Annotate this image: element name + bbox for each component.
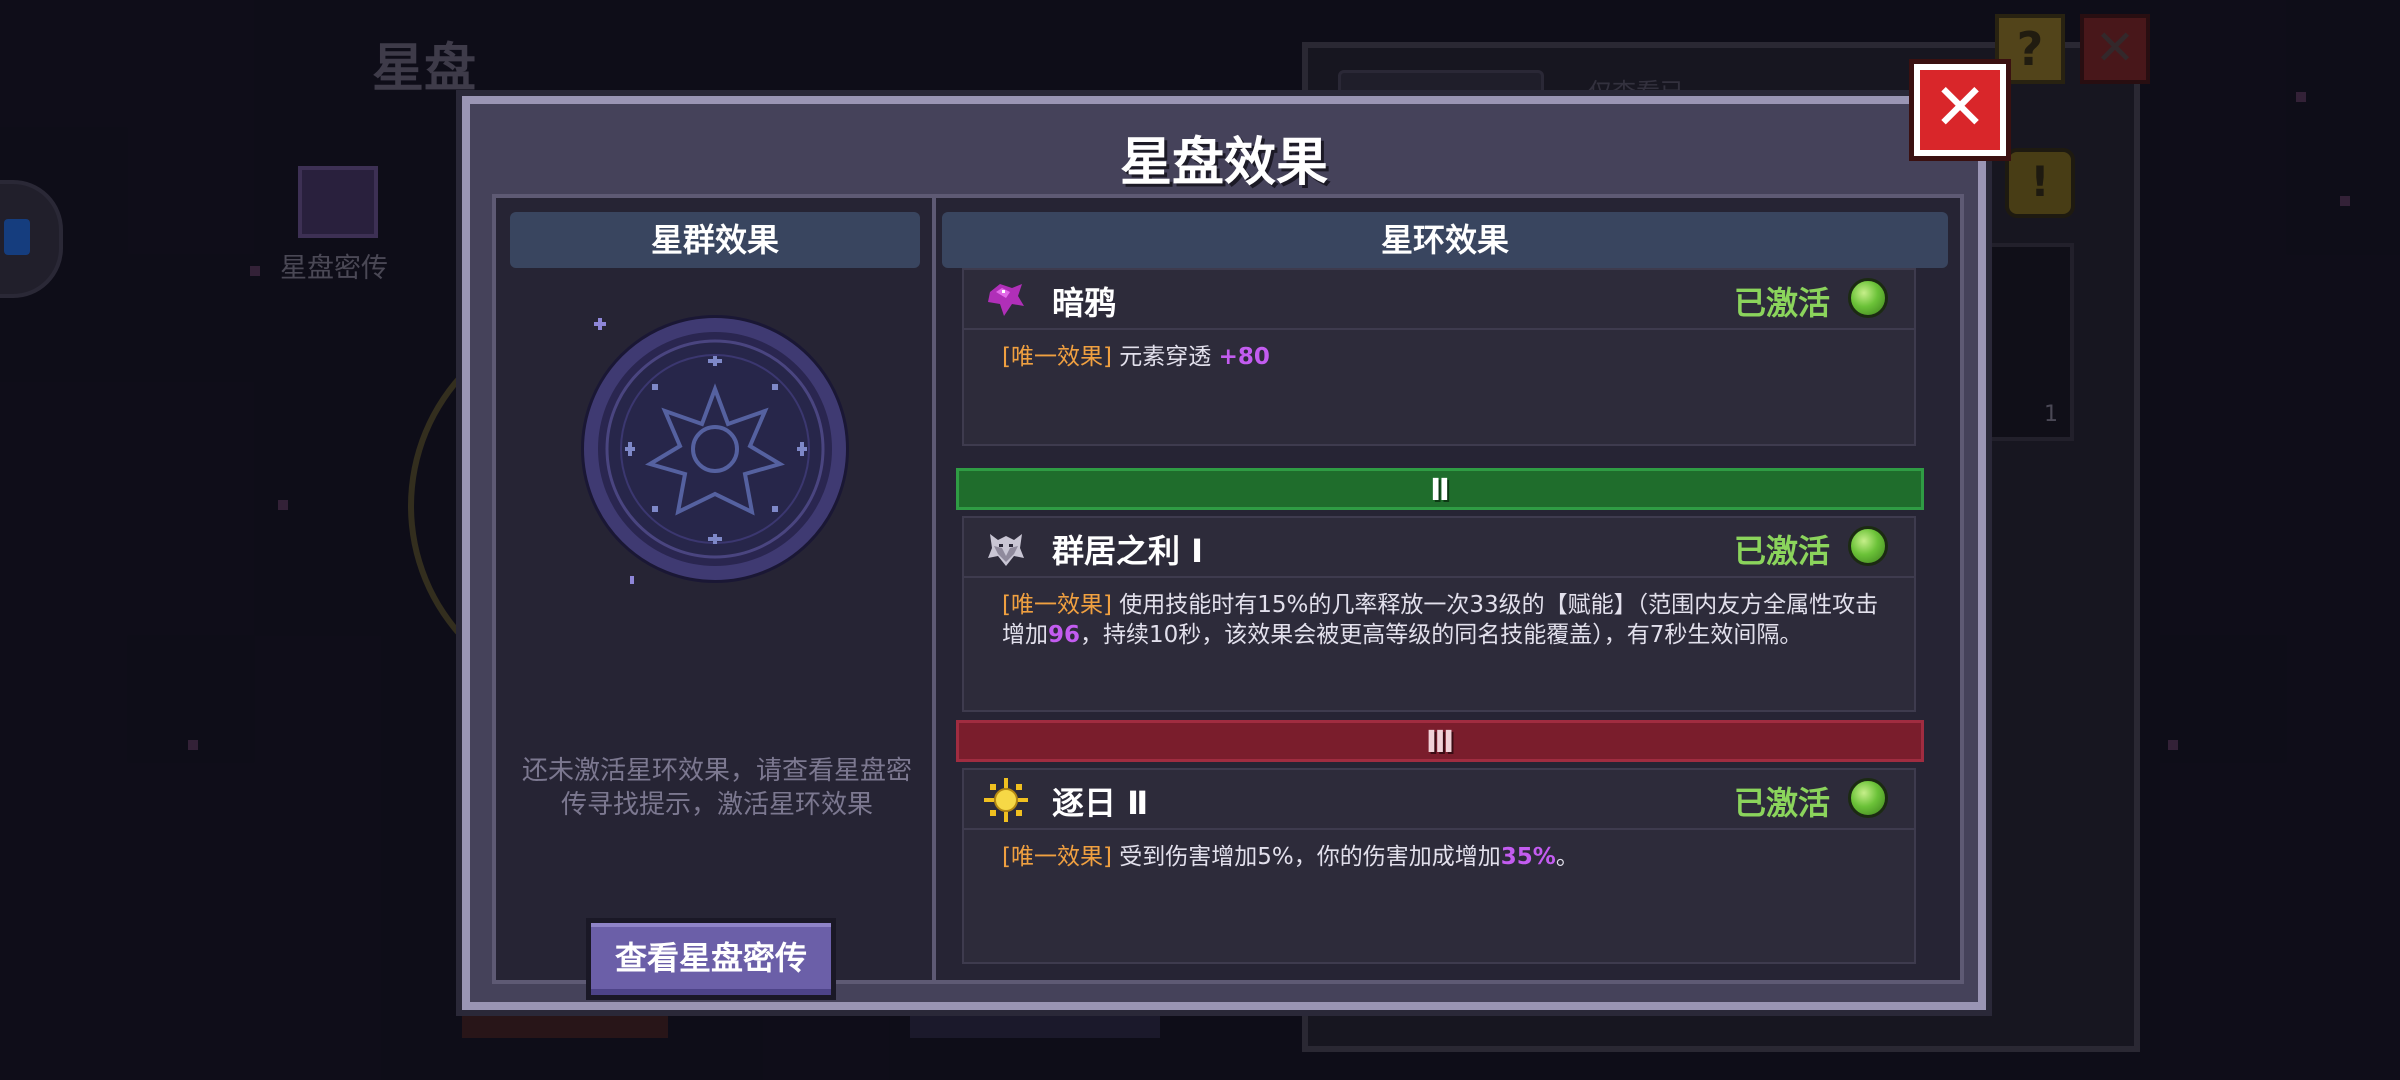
effect-status: 已激活: [1733, 784, 1830, 822]
effect-card: 群居之利 Ⅰ 已激活 [唯一效果] 使用技能时有15%的几率释放一次33级的【赋…: [962, 516, 1916, 712]
effect-text: 元素穿透: [1119, 344, 1219, 370]
effect-value: 96: [1048, 622, 1081, 648]
effect-description: [唯一效果] 使用技能时有15%的几率释放一次33级的【赋能】（范围内友方全属性…: [964, 578, 1914, 650]
ring-effects-pane: 星环效果 暗鸦 已激活 [唯一效果] 元素穿透 +80 Ⅱ 群居之利 Ⅰ 已激活…: [942, 198, 1960, 980]
active-orb-icon: [1848, 778, 1888, 818]
effect-description: [唯一效果] 元素穿透 +80: [964, 330, 1914, 372]
sun-icon: [984, 778, 1028, 822]
effect-value: +80: [1218, 344, 1270, 370]
tier-2-bar: Ⅱ: [956, 468, 1924, 510]
effect-card: 逐日 Ⅱ 已激活 [唯一效果] 受到伤害增加5%，你的伤害加成增加35%。: [962, 768, 1916, 964]
unique-effect-tag: [唯一效果]: [1002, 344, 1112, 370]
effect-status: 已激活: [1733, 284, 1830, 322]
effect-status: 已激活: [1733, 532, 1830, 570]
active-orb-icon: [1848, 278, 1888, 318]
inactive-hint-text: 还未激活星环效果，请查看星盘密传寻找提示，激活星环效果: [521, 756, 912, 820]
effect-text-tail: 。: [1555, 844, 1579, 870]
effect-head: 群居之利 Ⅰ 已激活: [964, 518, 1914, 578]
astrolabe-effects-modal: 星盘效果 星群效果 还未激活星环效果，请查看星盘密传寻找提示，激活星环效果 查看…: [462, 96, 1986, 1010]
effect-description: [唯一效果] 受到伤害增加5%，你的伤害加成增加35%。: [964, 830, 1914, 872]
constellation-effects-header: 星群效果: [510, 212, 920, 268]
unique-effect-tag: [唯一效果]: [1002, 592, 1112, 618]
active-orb-icon: [1848, 526, 1888, 566]
crow-icon: [988, 284, 1024, 316]
modal-close-button[interactable]: ✕: [1914, 64, 2006, 156]
modal-content-frame: 星群效果 还未激活星环效果，请查看星盘密传寻找提示，激活星环效果 查看星盘密传 …: [492, 194, 1964, 1000]
tier-3-bar: Ⅲ: [956, 720, 1924, 762]
effect-head: 逐日 Ⅱ 已激活: [964, 770, 1914, 830]
constellation-effects-pane: 星群效果 还未激活星环效果，请查看星盘密传寻找提示，激活星环效果 查看星盘密传: [496, 198, 936, 1000]
ring-effects-header: 星环效果: [942, 212, 1948, 268]
view-astrolabe-lore-button[interactable]: 查看星盘密传: [586, 918, 836, 1000]
unique-effect-tag: [唯一效果]: [1002, 844, 1112, 870]
effect-card: 暗鸦 已激活 [唯一效果] 元素穿透 +80: [962, 268, 1916, 446]
effect-text: 受到伤害增加5%，你的伤害加成增加: [1119, 844, 1501, 870]
effect-head: 暗鸦 已激活: [964, 270, 1914, 330]
wolf-icon: [988, 534, 1024, 566]
effect-name: 逐日 Ⅱ: [1052, 784, 1149, 822]
modal-title: 星盘效果: [1119, 133, 1328, 193]
astrolabe-disc-icon: [581, 315, 849, 584]
effect-name: 群居之利 Ⅰ: [1052, 532, 1204, 570]
effect-text-tail: ，持续10秒，该效果会被更高等级的同名技能覆盖），有7秒生效间隔。: [1080, 622, 1803, 648]
effect-value: 35%: [1500, 844, 1556, 870]
effect-name: 暗鸦: [1052, 284, 1117, 322]
